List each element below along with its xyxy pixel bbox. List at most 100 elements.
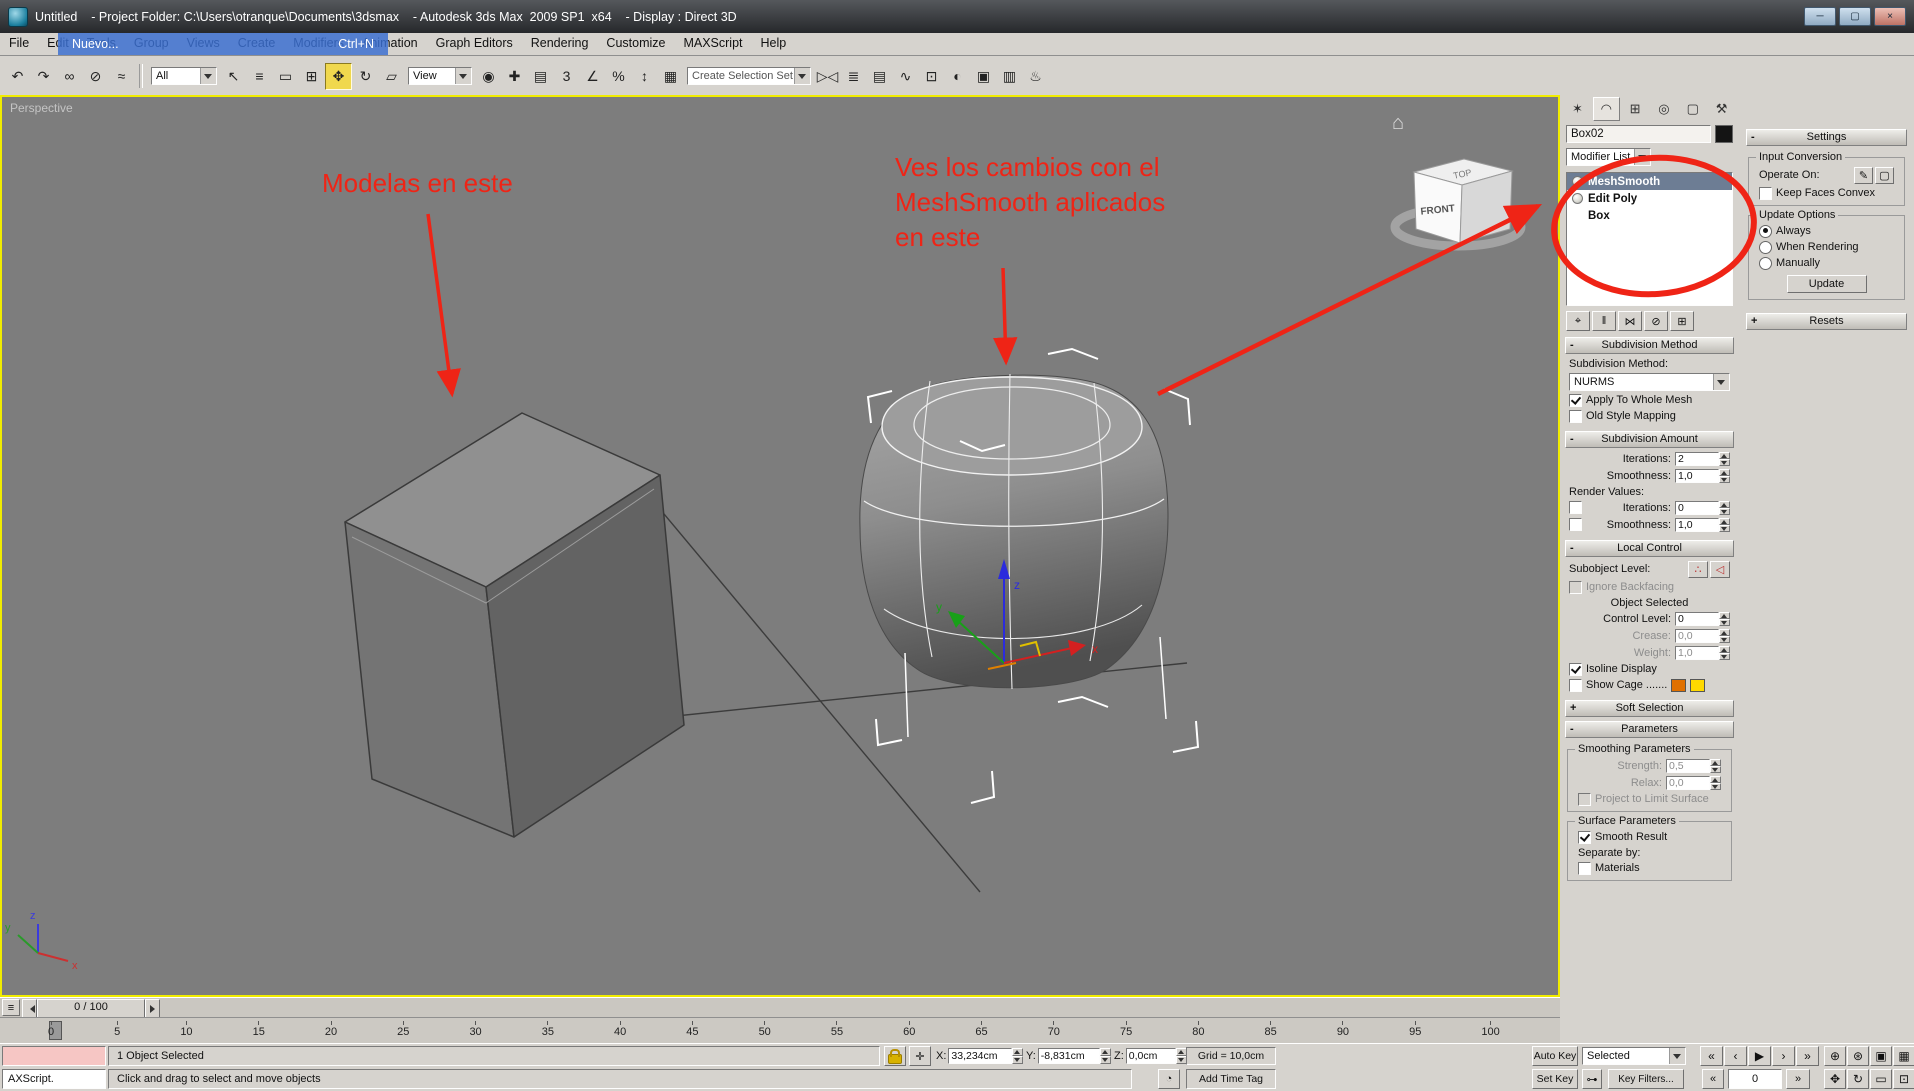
rollout-local-control[interactable]: - Local Control xyxy=(1565,540,1734,557)
use-pivot-center-button[interactable]: ◉ xyxy=(476,64,501,89)
add-time-tag-button[interactable]: Add Time Tag xyxy=(1186,1069,1276,1089)
operate-on-quad-button[interactable]: ▢ xyxy=(1875,166,1894,184)
track-bar[interactable]: 0 5 10 15 20 25 30 35 40 45 50 55 60 65 70 75 80 85 90 95 10… xyxy=(0,1017,1560,1044)
cage-color-swatch[interactable] xyxy=(1671,678,1687,692)
menu-item[interactable]: Rendering xyxy=(522,33,598,55)
subobject-patch-button[interactable]: ◁ xyxy=(1710,560,1730,578)
menu-item[interactable]: File xyxy=(0,33,38,55)
menu-item[interactable]: Customize xyxy=(597,33,674,55)
render-setup-button[interactable]: ▣ xyxy=(971,64,996,89)
isoline-display-checkbox[interactable] xyxy=(1569,662,1582,676)
chevron-down-icon[interactable] xyxy=(1634,149,1651,165)
spinner-snap-button[interactable]: ↕ xyxy=(632,64,657,89)
tab-create[interactable]: ✶ xyxy=(1564,97,1591,121)
pin-stack-button[interactable]: ⌖ xyxy=(1566,311,1590,331)
y-coordinate-display[interactable]: Y: -8,831cm xyxy=(1026,1046,1111,1066)
rollout-parameters[interactable]: - Parameters xyxy=(1565,721,1734,738)
visibility-bulb-icon[interactable] xyxy=(1572,176,1583,187)
update-manually-radio[interactable] xyxy=(1759,256,1772,270)
key-filters-button[interactable]: Key Filters... xyxy=(1608,1069,1684,1089)
previous-key-button[interactable]: « xyxy=(1702,1069,1724,1089)
keep-faces-convex-checkbox[interactable] xyxy=(1759,186,1772,200)
select-and-link-button[interactable]: ∞ xyxy=(57,64,82,89)
snaps-toggle-button[interactable]: 3 xyxy=(554,64,579,89)
pan-button[interactable]: ✥ xyxy=(1824,1069,1846,1089)
rollout-subdivision-amount[interactable]: - Subdivision Amount xyxy=(1565,431,1734,448)
remove-modifier-button[interactable]: ⊘ xyxy=(1644,311,1668,331)
time-slider-next-nub[interactable] xyxy=(145,999,160,1018)
menu-item-nuevo-label[interactable]: Nuevo... xyxy=(72,37,119,51)
unlink-selection-button[interactable]: ⊘ xyxy=(83,64,108,89)
apply-to-whole-mesh-checkbox[interactable] xyxy=(1569,393,1582,407)
tab-motion[interactable]: ◎ xyxy=(1650,97,1677,121)
time-slider[interactable]: ≡ 0 / 100 xyxy=(0,997,1560,1018)
subobject-points-button[interactable]: ∴ xyxy=(1688,560,1708,578)
rollout-subdivision-method[interactable]: - Subdivision Method xyxy=(1565,337,1734,354)
render-iterations-spinner[interactable]: 0 xyxy=(1675,500,1730,515)
align-button[interactable]: ≣ xyxy=(841,64,866,89)
materials-checkbox[interactable] xyxy=(1578,861,1591,875)
rectangular-selection-button[interactable]: ▭ xyxy=(273,64,298,89)
chevron-down-icon[interactable] xyxy=(1669,1048,1685,1064)
select-object-button[interactable]: ↖ xyxy=(221,64,246,89)
set-key-button[interactable]: Set Key xyxy=(1532,1069,1578,1089)
project-to-limit-surface-checkbox[interactable] xyxy=(1578,792,1591,806)
redo-button[interactable]: ↷ xyxy=(31,64,56,89)
modifier-stack-row[interactable]: Edit Poly xyxy=(1567,190,1732,207)
modifier-stack-row[interactable]: Box xyxy=(1567,207,1732,224)
layer-manager-button[interactable]: ▤ xyxy=(867,64,892,89)
rollout-settings[interactable]: - Settings xyxy=(1746,129,1907,146)
auto-key-button[interactable]: Auto Key xyxy=(1532,1046,1578,1066)
modifier-stack-row[interactable]: MeshSmooth xyxy=(1567,173,1732,190)
object-name-field[interactable]: Box02 xyxy=(1566,125,1711,143)
previous-frame-button[interactable]: ‹ xyxy=(1724,1046,1747,1066)
old-style-mapping-checkbox[interactable] xyxy=(1569,409,1582,423)
maximize-viewport-toggle-button[interactable]: ⊡ xyxy=(1893,1069,1914,1089)
subdivision-method-dropdown[interactable]: NURMS xyxy=(1569,372,1730,391)
render-iterations-checkbox[interactable] xyxy=(1569,501,1582,514)
undo-button[interactable]: ↶ xyxy=(5,64,30,89)
x-coordinate-display[interactable]: X: 33,234cm xyxy=(936,1046,1024,1066)
rollout-soft-selection[interactable]: + Soft Selection xyxy=(1565,700,1734,717)
update-when-rendering-radio[interactable] xyxy=(1759,240,1772,254)
update-button[interactable]: Update xyxy=(1786,275,1867,293)
relax-spinner[interactable]: 0,0 xyxy=(1666,775,1721,790)
ignore-backfacing-checkbox[interactable] xyxy=(1569,580,1582,594)
make-unique-button[interactable]: ⋈ xyxy=(1618,311,1642,331)
object-color-swatch[interactable] xyxy=(1715,125,1733,143)
set-key-mode-icon-button[interactable]: ⊶ xyxy=(1582,1069,1602,1089)
go-to-start-button[interactable]: « xyxy=(1700,1046,1723,1066)
smoothness-spinner[interactable]: 1,0 xyxy=(1675,468,1730,483)
chevron-down-icon[interactable] xyxy=(1713,373,1729,390)
modifier-list-dropdown[interactable]: Modifier List xyxy=(1566,148,1652,166)
render-smoothness-checkbox[interactable] xyxy=(1569,518,1582,531)
viewcube-home-icon[interactable]: ⌂ xyxy=(1392,112,1404,134)
render-smoothness-spinner[interactable]: 1,0 xyxy=(1675,517,1730,532)
next-key-button[interactable]: » xyxy=(1786,1069,1810,1089)
time-slider-prev-nub[interactable] xyxy=(22,999,37,1018)
update-always-radio[interactable] xyxy=(1759,224,1772,238)
absolute-offset-toggle[interactable]: ✛ xyxy=(909,1046,931,1066)
key-filter-scope-dropdown[interactable]: Selected xyxy=(1582,1047,1686,1065)
tab-display[interactable]: ▢ xyxy=(1679,97,1706,121)
schematic-view-button[interactable]: ⊡ xyxy=(919,64,944,89)
chevron-down-icon[interactable] xyxy=(200,68,216,84)
keyboard-override-button[interactable]: ▤ xyxy=(528,64,553,89)
chevron-down-icon[interactable] xyxy=(794,68,810,84)
time-slider-handle[interactable]: 0 / 100 xyxy=(37,999,145,1018)
minimize-button[interactable]: ─ xyxy=(1804,7,1836,26)
close-button[interactable]: × xyxy=(1874,7,1906,26)
material-editor-button[interactable]: ◐ xyxy=(945,64,970,89)
open-mini-curve-editor-button[interactable]: ≡ xyxy=(2,999,20,1016)
visibility-bulb-icon[interactable] xyxy=(1572,193,1583,204)
perspective-viewport[interactable]: z y x FRONT TOP ⌂ z x y Perspective xyxy=(0,95,1560,997)
rendered-frame-button[interactable]: ▥ xyxy=(997,64,1022,89)
smooth-result-checkbox[interactable] xyxy=(1578,830,1591,844)
viewport-background[interactable] xyxy=(2,97,1558,995)
iterations-spinner[interactable]: 2 xyxy=(1675,451,1730,466)
cage-selected-color-swatch[interactable] xyxy=(1690,678,1706,692)
percent-snap-button[interactable]: % xyxy=(606,64,631,89)
show-cage-checkbox[interactable] xyxy=(1569,678,1582,692)
operate-on-pen-button[interactable]: ✎ xyxy=(1854,166,1873,184)
window-crossing-button[interactable]: ⊞ xyxy=(299,64,324,89)
